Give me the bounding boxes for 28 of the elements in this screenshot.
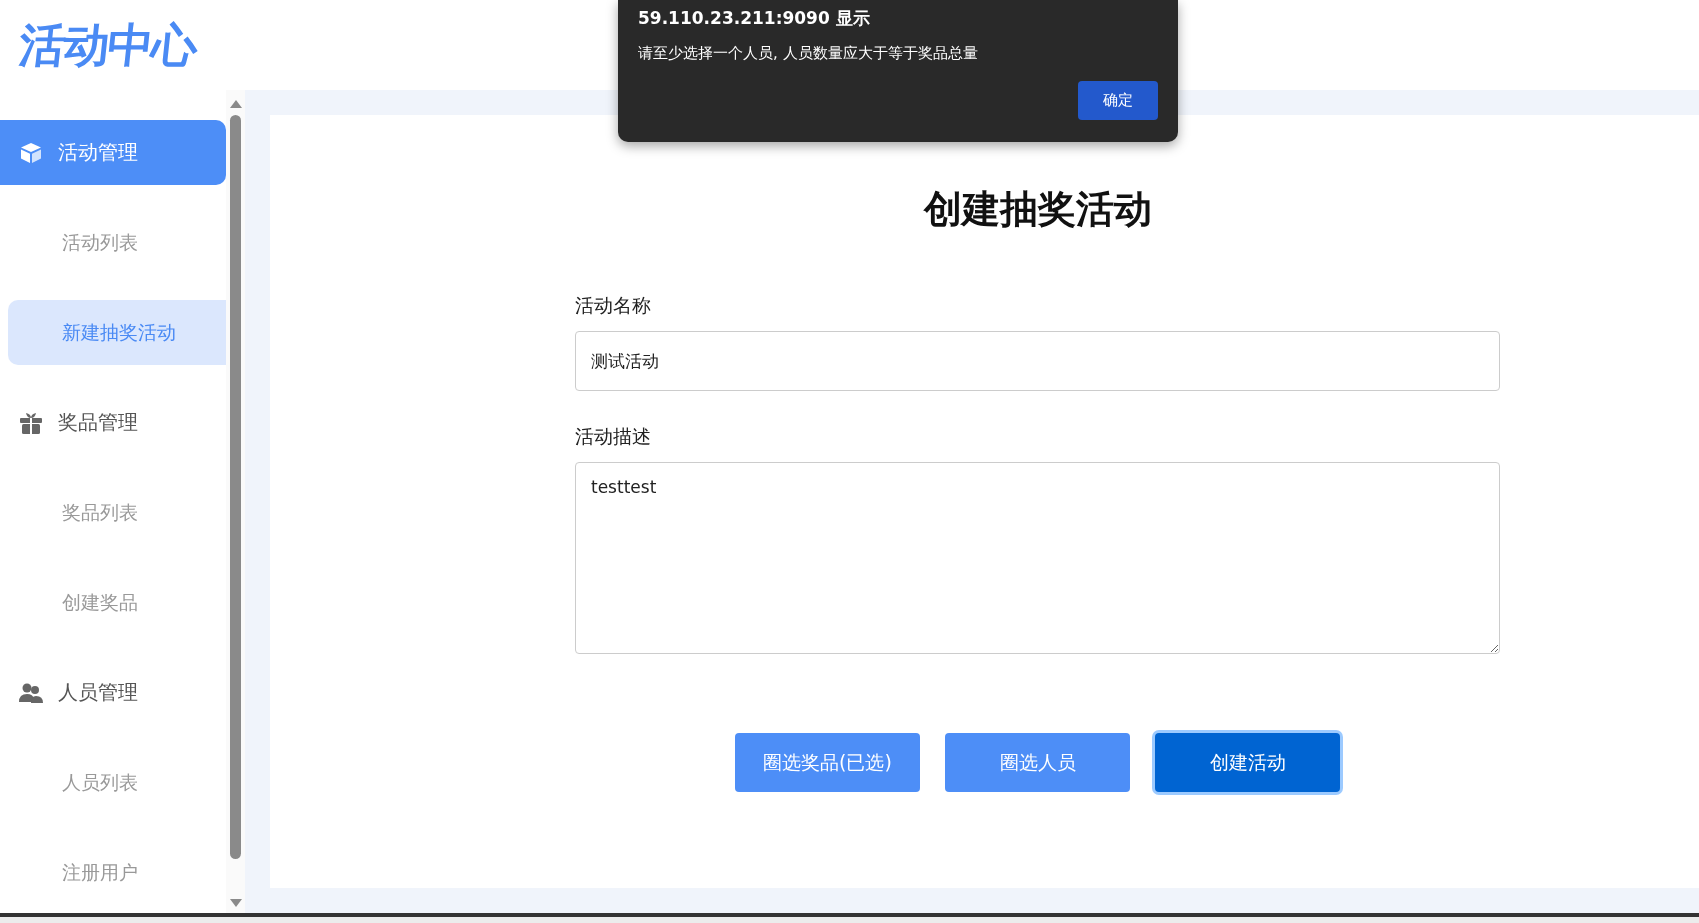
- logo: 活动中心: [17, 22, 199, 68]
- menu-group[interactable]: 活动管理: [0, 120, 226, 185]
- scrollbar[interactable]: [226, 90, 245, 913]
- menu-item[interactable]: 新建抽奖活动: [8, 300, 226, 365]
- menu-group-label: 活动管理: [58, 139, 138, 166]
- menu-group-label: 人员管理: [58, 679, 138, 706]
- menu-group[interactable]: 人员管理: [0, 660, 226, 725]
- dialog-message: 请至少选择一个人员, 人员数量应大于等于奖品总量: [638, 43, 979, 63]
- menu-group[interactable]: 奖品管理: [0, 390, 226, 455]
- menu-item[interactable]: 奖品列表: [8, 480, 226, 545]
- menu-item[interactable]: 活动列表: [8, 210, 226, 275]
- gift-icon: [19, 410, 43, 435]
- field-label: 活动描述: [575, 424, 652, 449]
- menu-group-label: 奖品管理: [58, 409, 138, 436]
- menu-item[interactable]: 注册用户: [8, 840, 226, 905]
- field-label: 活动名称: [575, 293, 652, 318]
- action-button[interactable]: 圈选人员: [945, 733, 1130, 792]
- box-icon: [19, 140, 43, 165]
- description-field[interactable]: testtest: [575, 462, 1500, 654]
- action-button[interactable]: 圈选奖品(已选): [735, 733, 920, 792]
- scroll-thumb[interactable]: [230, 115, 241, 859]
- action-button[interactable]: 创建活动: [1155, 733, 1340, 792]
- dialog-title: 59.110.23.211:9090 显示: [638, 7, 871, 29]
- menu-item[interactable]: 人员列表: [8, 750, 226, 815]
- name-field[interactable]: 测试活动: [575, 331, 1500, 391]
- menu-item[interactable]: 创建奖品: [8, 570, 226, 635]
- form-title: 创建抽奖活动: [922, 187, 1153, 231]
- ok-button[interactable]: 确定: [1078, 81, 1158, 120]
